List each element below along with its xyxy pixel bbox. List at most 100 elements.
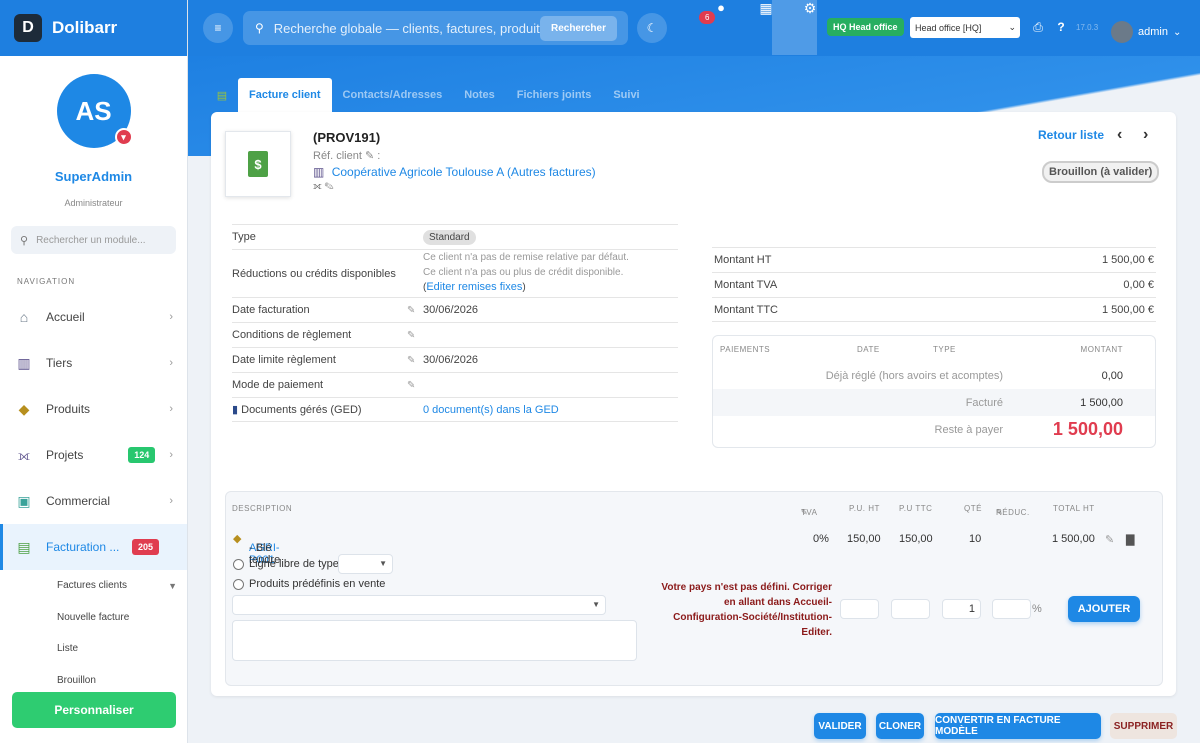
- invoice-icon: ▤: [17, 538, 31, 555]
- total-ttc: Montant TTC 1 500,00 €: [712, 297, 1156, 322]
- pencil-icon[interactable]: ✎: [407, 380, 423, 391]
- tab-suivi[interactable]: Suivi: [602, 78, 650, 112]
- entity-select[interactable]: Head office [HQ] ⌄: [910, 17, 1020, 38]
- lines-header: DESCRIPTION TVA ✎ P.U. HT P.U TTC QTÉ RÉ…: [226, 492, 1162, 524]
- tab-fichiers[interactable]: Fichiers joints: [506, 78, 603, 112]
- free-line-type-select[interactable]: ▼: [338, 554, 393, 574]
- clone-button[interactable]: CLONER: [876, 713, 924, 739]
- table-row: ◆ AGRI-P001 - Blé tendre 0% 150,00 150,0…: [226, 524, 1162, 566]
- sidebar-item-projets[interactable]: ⟗ Projets 124 ›: [0, 432, 187, 478]
- global-search-input[interactable]: [273, 20, 540, 36]
- percent-label: %: [1032, 603, 1042, 615]
- gear-icon[interactable]: ⚙: [802, 0, 818, 16]
- puht-input[interactable]: [840, 599, 879, 619]
- col-header: PAIEMENTS: [720, 344, 771, 354]
- sidebar-item-facturation[interactable]: ▤ Facturation ... 205: [0, 524, 187, 570]
- print-icon[interactable]: ⎙: [1031, 20, 1045, 34]
- user-avatar[interactable]: AS ▾: [56, 74, 133, 148]
- invoice-icon: ▤: [216, 89, 228, 102]
- entity-badge[interactable]: HQ Head office: [827, 18, 904, 36]
- pencil-icon[interactable]: ✎: [325, 181, 334, 192]
- sidebar-item-produits[interactable]: ◆ Produits ›: [0, 386, 187, 432]
- chevron-down-icon[interactable]: ▾: [114, 128, 133, 146]
- client-line: ▥ Coopérative Agricole Toulouse A (Autre…: [313, 165, 596, 179]
- total-value: 1 500,00 €: [1102, 254, 1154, 266]
- chevron-left-icon[interactable]: ‹: [1117, 126, 1122, 144]
- tab-facture-client[interactable]: Facture client: [238, 78, 332, 112]
- tab-contacts[interactable]: Contacts/Adresses: [332, 78, 454, 112]
- trash-icon[interactable]: ▇: [1126, 533, 1134, 546]
- invoice-lines: DESCRIPTION TVA ✎ P.U. HT P.U TTC QTÉ RÉ…: [225, 491, 1163, 686]
- tab-notes[interactable]: Notes: [453, 78, 506, 112]
- chat-icon[interactable]: ●: [712, 0, 730, 15]
- chevron-right-icon[interactable]: ›: [1143, 126, 1148, 144]
- pencil-icon[interactable]: ✎: [407, 305, 423, 316]
- sidebar-item-label: Commercial: [46, 494, 111, 508]
- other-invoices-link[interactable]: (Autres factures): [507, 165, 596, 179]
- payments-billed: Facturé 1 500,00: [713, 389, 1155, 416]
- sidebar-item-commercial[interactable]: ▣ Commercial ›: [0, 478, 187, 524]
- qty-input[interactable]: 1: [942, 599, 981, 619]
- line-description-textarea[interactable]: [232, 620, 637, 661]
- module-search[interactable]: ⚲ Rechercher un module...: [11, 226, 176, 254]
- search-button[interactable]: Rechercher: [539, 15, 617, 41]
- field-label: Documents gérés (GED): [241, 404, 362, 416]
- client-link[interactable]: Coopérative Agricole Toulouse A: [332, 165, 504, 179]
- sidebar: D Dolibarr AS ▾ SuperAdmin Administrateu…: [0, 0, 188, 743]
- discount-input[interactable]: [992, 599, 1031, 619]
- free-line-radio[interactable]: Ligne libre de type: [233, 558, 339, 570]
- pencil-icon[interactable]: ✎: [365, 150, 374, 162]
- sidebar-item-accueil[interactable]: ⌂ Accueil ›: [0, 294, 187, 340]
- product-select[interactable]: ▼: [232, 595, 606, 615]
- subnav-nouvelle-facture[interactable]: Nouvelle facture: [0, 602, 187, 634]
- chevron-right-icon: ›: [169, 495, 173, 507]
- radio-button[interactable]: [233, 578, 244, 590]
- field-label: Date limite règlement: [232, 354, 336, 366]
- building-icon: ▥: [17, 354, 31, 371]
- dark-mode-button[interactable]: ☾: [637, 13, 667, 43]
- line-total: 1 500,00: [1052, 533, 1095, 545]
- pencil-icon[interactable]: ✎: [407, 330, 423, 341]
- help-icon[interactable]: ?: [1054, 20, 1068, 34]
- puttc-input[interactable]: [891, 599, 930, 619]
- ged-link[interactable]: 0 document(s) dans la GED: [423, 404, 678, 416]
- add-line-button[interactable]: AJOUTER: [1068, 596, 1140, 622]
- invoice-ref: (PROV191): [313, 130, 381, 145]
- payment-label: Déjà réglé (hors avoirs et acomptes): [825, 369, 1003, 382]
- count-badge: 124: [128, 447, 156, 463]
- brand[interactable]: D Dolibarr: [0, 0, 187, 56]
- module-search-placeholder: Rechercher un module...: [36, 234, 146, 246]
- personalize-button[interactable]: Personnaliser: [12, 692, 176, 728]
- field-due-date: Date limite règlement ✎ 30/06/2026: [232, 347, 678, 372]
- remaining-amount: 1 500,00: [1052, 419, 1123, 439]
- field-label: Réductions ou crédits disponibles: [232, 267, 396, 280]
- pencil-icon[interactable]: ✎: [801, 508, 808, 517]
- predefined-radio[interactable]: Produits prédéfinis en vente: [233, 578, 385, 590]
- ref-client: Réf. client ✎ :: [313, 150, 381, 162]
- pencil-icon[interactable]: ✎: [407, 355, 423, 366]
- home-icon: ⌂: [19, 309, 29, 325]
- project-icon: ⟗: [313, 181, 322, 192]
- menu-toggle-button[interactable]: ≡: [203, 13, 233, 43]
- sidebar-item-tiers[interactable]: ▥ Tiers ›: [0, 340, 187, 386]
- user-name[interactable]: SuperAdmin: [0, 169, 187, 184]
- subnav-liste[interactable]: Liste: [0, 633, 187, 665]
- back-to-list-link[interactable]: Retour liste: [1038, 128, 1104, 142]
- line-puttc: 150,00: [899, 533, 933, 545]
- pencil-icon[interactable]: ✎: [996, 508, 1003, 517]
- edit-discounts-link[interactable]: Editer remises fixes: [426, 281, 522, 293]
- user-menu-name: admin: [1138, 26, 1168, 38]
- subnav-factures-clients[interactable]: Factures clients ▼: [0, 570, 187, 602]
- user-menu[interactable]: admin ⌄: [1111, 21, 1181, 43]
- radio-button[interactable]: [233, 558, 244, 570]
- pencil-icon[interactable]: ✎: [1105, 533, 1114, 546]
- validate-button[interactable]: VALIDER: [814, 713, 866, 739]
- field-label: Mode de paiement: [232, 379, 324, 391]
- total-ht: Montant HT 1 500,00 €: [712, 247, 1156, 272]
- payment-value: 1 500,00: [1080, 396, 1123, 409]
- convert-template-button[interactable]: CONVERTIR EN FACTURE MODÈLE: [935, 713, 1101, 739]
- delete-button[interactable]: SUPPRIMER: [1110, 713, 1177, 739]
- subnav-label: Nouvelle facture: [57, 611, 130, 623]
- caret-down-icon: ▼: [592, 600, 600, 609]
- payments-already: Déjà réglé (hors avoirs et acomptes) 0,00: [713, 362, 1155, 389]
